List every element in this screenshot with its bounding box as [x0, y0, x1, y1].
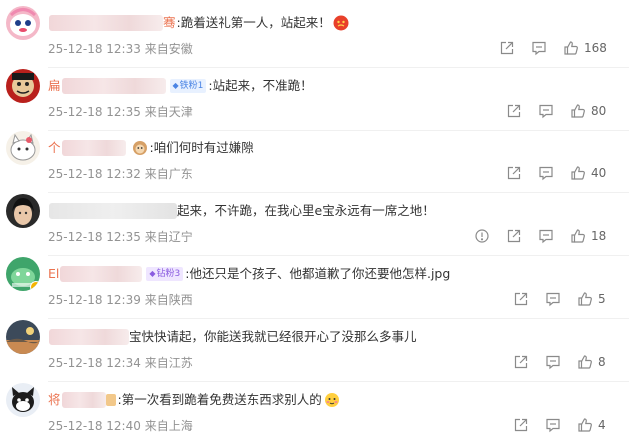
comment-text: :第一次看到跪着免费送东西求别人的 [117, 392, 322, 407]
like-icon[interactable] [570, 165, 586, 181]
username-tail-block [105, 394, 116, 406]
avatar-image [6, 6, 40, 40]
share-icon[interactable] [513, 354, 529, 370]
like-count: 40 [591, 166, 607, 180]
comment-icon[interactable] [545, 291, 561, 307]
avatar-image [6, 131, 40, 165]
comment-row: 起来，不许跪，在我心里e宝永远有一席之地！ 25-12-18 12:35 来自辽… [0, 194, 629, 256]
share-icon[interactable] [506, 165, 522, 181]
comment-row: 骞 :跪着送礼第一人，站起来！ 25-12-18 12:33 来自安徽 168 [0, 6, 629, 68]
divider [48, 318, 629, 319]
monkey-emoji-icon [132, 140, 148, 156]
username-blurred[interactable] [61, 78, 166, 94]
like-icon[interactable] [570, 103, 586, 119]
badge-label: 铁粉1 [179, 81, 204, 91]
comment-text: :跪着送礼第一人，站起来！ [176, 15, 331, 30]
comment-icon[interactable] [538, 228, 554, 244]
avatar-image [6, 320, 40, 354]
avatar[interactable] [6, 320, 40, 354]
comment-icon[interactable] [545, 417, 561, 433]
like-count: 80 [591, 104, 607, 118]
comment-text: :他还只是个孩子、他都道歉了你还要他怎样.jpg [185, 266, 451, 281]
username-blurred[interactable] [49, 203, 177, 219]
comment-text: 起来，不许跪，在我心里e宝永远有一席之地！ [177, 203, 435, 218]
username-tail[interactable]: 骞 [163, 14, 176, 32]
comment-row: 个 :咱们何时有过嫌隙 25-12-18 12:32 来自广东 40 [0, 131, 629, 193]
username[interactable]: 个 [48, 139, 61, 157]
blushing-emoji-icon [324, 392, 340, 408]
like-icon[interactable] [570, 228, 586, 244]
avatar[interactable] [6, 131, 40, 165]
fan-level-badge[interactable]: ◆ 铁粉1 [169, 79, 207, 93]
comment-row: 扁 ◆ 铁粉1 :站起来，不准跪！ 25-12-18 12:35 来自天津 80 [0, 69, 629, 131]
like-count: 5 [598, 292, 606, 306]
comment-text: :咱们何时有过嫌隙 [149, 140, 254, 155]
fan-level-badge[interactable]: ◆ 钻粉3 [146, 267, 184, 281]
comment-text: 宝快快请起，你能送我就已经很开心了没那么多事儿 [129, 329, 417, 344]
share-icon[interactable] [499, 40, 515, 56]
username[interactable]: El [48, 265, 59, 283]
like-count: 4 [598, 418, 606, 432]
share-icon[interactable] [506, 103, 522, 119]
avatar[interactable] [6, 194, 40, 228]
username-blurred[interactable] [61, 140, 126, 156]
divider [48, 192, 629, 193]
comment-icon[interactable] [531, 40, 547, 56]
like-icon[interactable] [577, 291, 593, 307]
avatar-image [6, 194, 40, 228]
divider [48, 381, 629, 382]
diamond-icon: ◆ [172, 81, 179, 90]
username-blurred[interactable] [61, 392, 106, 408]
divider [48, 255, 629, 256]
comment-row: 宝快快请起，你能送我就已经很开心了没那么多事儿 25-12-18 12:34 来… [0, 320, 629, 382]
username-blurred[interactable] [60, 266, 143, 282]
username[interactable]: 扁 [48, 77, 61, 95]
avatar-image [6, 69, 40, 103]
comment-row: 将 :第一次看到跪着免费送东西求别人的 25-12-18 12:40 来自上海 … [0, 383, 629, 443]
like-icon[interactable] [563, 40, 579, 56]
share-icon[interactable] [513, 291, 529, 307]
verified-icon [30, 281, 40, 291]
like-count: 168 [584, 41, 607, 55]
like-count: 18 [591, 229, 607, 243]
red-face-emoji-icon [333, 15, 349, 31]
share-icon[interactable] [513, 417, 529, 433]
report-icon[interactable] [474, 228, 490, 244]
comment-icon[interactable] [538, 103, 554, 119]
avatar[interactable] [6, 69, 40, 103]
share-icon[interactable] [506, 228, 522, 244]
comment-row: El ◆ 钻粉3 :他还只是个孩子、他都道歉了你还要他怎样.jpg 25-12-1… [0, 257, 629, 319]
avatar[interactable] [6, 383, 40, 417]
username-blurred[interactable] [49, 15, 163, 31]
like-icon[interactable] [577, 417, 593, 433]
divider [48, 67, 629, 68]
avatar[interactable] [6, 6, 40, 40]
comment-icon[interactable] [538, 165, 554, 181]
badge-label: 钻粉3 [156, 269, 181, 279]
diamond-icon: ◆ [149, 269, 156, 278]
username-blurred[interactable] [49, 329, 129, 345]
avatar-image [6, 383, 40, 417]
username[interactable]: 将 [48, 391, 61, 409]
avatar[interactable] [6, 257, 40, 291]
comment-icon[interactable] [545, 354, 561, 370]
like-icon[interactable] [577, 354, 593, 370]
comment-text: :站起来，不准跪！ [208, 78, 313, 93]
like-count: 8 [598, 355, 606, 369]
